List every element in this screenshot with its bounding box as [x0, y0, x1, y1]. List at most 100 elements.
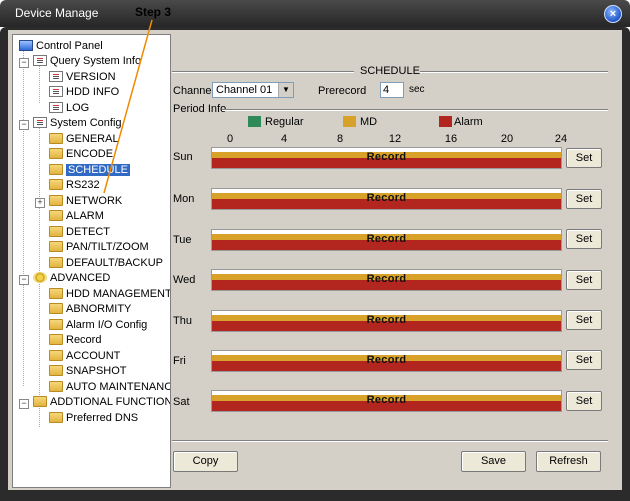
save-button[interactable]: Save: [461, 451, 526, 472]
hour-tick: 4: [280, 133, 288, 145]
set-button-wed[interactable]: Set: [566, 270, 602, 290]
set-button-sat[interactable]: Set: [566, 391, 602, 411]
document-icon: [49, 86, 63, 97]
tree-item-pan-tilt-zoom[interactable]: PAN/TILT/ZOOM: [49, 240, 149, 255]
collapse-icon[interactable]: −: [19, 275, 29, 285]
collapse-icon[interactable]: −: [19, 120, 29, 130]
tree-item-general[interactable]: GENERAL: [49, 132, 119, 147]
chevron-down-icon[interactable]: ▼: [278, 83, 293, 97]
legend-regular-swatch: [248, 116, 261, 127]
hour-tick: 12: [388, 133, 402, 145]
folder-icon: [49, 210, 63, 221]
document-icon: [33, 55, 47, 66]
timeline-tue[interactable]: Record: [211, 229, 562, 251]
timeline-wed[interactable]: Record: [211, 269, 562, 291]
folder-icon: [49, 179, 63, 190]
timeline-sat[interactable]: Record: [211, 390, 562, 412]
collapse-icon[interactable]: −: [19, 399, 29, 409]
folder-icon: [49, 381, 63, 392]
timeline-label: Record: [366, 394, 407, 406]
folder-icon: [49, 257, 63, 268]
tree-item-default-backup[interactable]: DEFAULT/BACKUP: [49, 256, 163, 271]
hour-tick: 0: [226, 133, 234, 145]
timeline-fri[interactable]: Record: [211, 350, 562, 372]
prerecord-unit: sec: [409, 84, 425, 95]
channel-label: Channel: [173, 85, 214, 97]
timeline-sun[interactable]: Record: [211, 147, 562, 169]
tree-item-advanced[interactable]: ADVANCED: [33, 271, 110, 286]
prerecord-input[interactable]: 4: [380, 82, 404, 98]
copy-button[interactable]: Copy: [173, 451, 238, 472]
collapse-icon[interactable]: −: [19, 58, 29, 68]
folder-icon: [49, 195, 63, 206]
gear-icon: [33, 272, 47, 283]
channel-select[interactable]: Channel 01 ▼: [212, 82, 294, 98]
legend-alarm: Alarm: [454, 116, 483, 128]
folder-icon: [49, 288, 63, 299]
day-label-sat: Sat: [173, 396, 190, 408]
tree-item-version[interactable]: VERSION: [49, 70, 116, 85]
refresh-button[interactable]: Refresh: [536, 451, 601, 472]
tree-item-hdd-management[interactable]: HDD MANAGEMENT: [49, 287, 170, 302]
set-button-mon[interactable]: Set: [566, 189, 602, 209]
tree-item-additional-function[interactable]: ADDTIONAL FUNCTION: [33, 395, 170, 410]
prerecord-label: Prerecord: [318, 85, 367, 97]
folder-icon: [49, 241, 63, 252]
tree-item-control-panel[interactable]: Control Panel: [19, 39, 103, 54]
tree-item-abnormity[interactable]: ABNORMITY: [49, 302, 131, 317]
set-button-thu[interactable]: Set: [566, 310, 602, 330]
folder-icon: [49, 164, 63, 175]
set-button-tue[interactable]: Set: [566, 229, 602, 249]
tree-item-alarm-io-config[interactable]: Alarm I/O Config: [49, 318, 147, 333]
tree-item-auto-maintenance[interactable]: AUTO MAINTENANCE: [49, 380, 170, 395]
folder-icon: [49, 226, 63, 237]
settings-icon: [33, 117, 47, 128]
hour-tick: 16: [444, 133, 458, 145]
folder-icon: [49, 412, 63, 423]
tree-item-preferred-dns[interactable]: Preferred DNS: [49, 411, 138, 426]
tree-item-encode[interactable]: ENCODE: [49, 147, 113, 162]
timeline-label: Record: [366, 151, 407, 163]
footer-divider: [172, 440, 608, 442]
close-icon[interactable]: ×: [604, 5, 622, 23]
set-button-sun[interactable]: Set: [566, 148, 602, 168]
tree-item-query-system-info[interactable]: Query System Info: [33, 54, 141, 69]
hour-tick: 20: [500, 133, 514, 145]
folder-icon: [33, 396, 47, 407]
hour-tick: 8: [336, 133, 344, 145]
timeline-label: Record: [366, 314, 407, 326]
legend-alarm-swatch: [439, 116, 452, 127]
tree-item-hdd-info[interactable]: HDD INFO: [49, 85, 119, 100]
tree-item-system-config[interactable]: System Config: [33, 116, 122, 131]
tree-item-account[interactable]: ACCOUNT: [49, 349, 120, 364]
tree-item-network[interactable]: NETWORK: [49, 194, 122, 209]
timeline-label: Record: [366, 192, 407, 204]
day-label-fri: Fri: [173, 355, 186, 367]
tree-item-detect[interactable]: DETECT: [49, 225, 110, 240]
period-info-label: Period Info: [173, 103, 227, 115]
day-label-thu: Thu: [173, 315, 192, 327]
timeline-label: Record: [366, 273, 407, 285]
day-label-wed: Wed: [173, 274, 196, 286]
folder-icon: [49, 319, 63, 330]
tree-item-snapshot[interactable]: SNAPSHOT: [49, 364, 127, 379]
folder-icon: [49, 365, 63, 376]
tree-item-record[interactable]: Record: [49, 333, 101, 348]
set-button-fri[interactable]: Set: [566, 350, 602, 370]
tree-item-schedule[interactable]: SCHEDULE: [49, 163, 130, 178]
window-titlebar: Device Manage ×: [0, 0, 630, 27]
dialog-client: Control Panel − Query System Info VERSIO…: [8, 30, 622, 490]
day-label-mon: Mon: [173, 193, 195, 205]
tree-item-log[interactable]: LOG: [49, 101, 89, 116]
document-icon: [49, 102, 63, 113]
timeline-thu[interactable]: Record: [211, 310, 562, 332]
timeline-mon[interactable]: Record: [211, 188, 562, 210]
navigation-tree[interactable]: Control Panel − Query System Info VERSIO…: [12, 34, 171, 488]
channel-select-value: Channel 01: [216, 84, 273, 96]
tree-item-rs232[interactable]: RS232: [49, 178, 100, 193]
section-title: SCHEDULE: [360, 65, 420, 77]
expand-icon[interactable]: +: [35, 198, 45, 208]
computer-icon: [19, 40, 33, 51]
folder-icon: [49, 148, 63, 159]
tree-item-alarm[interactable]: ALARM: [49, 209, 104, 224]
